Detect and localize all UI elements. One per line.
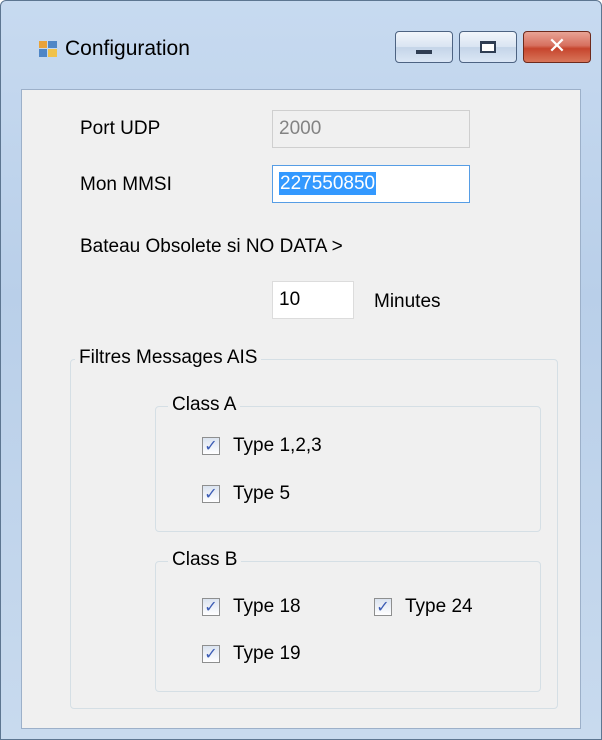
type-24-checkbox[interactable]: ✓ Type 24	[374, 596, 473, 618]
checkbox-check-icon: ✓	[202, 485, 220, 503]
class-a-group: Class A ✓ Type 1,2,3 ✓ Type 5	[155, 394, 541, 532]
configuration-window: Configuration ✕ Port UDP Mon MMSI 227550…	[0, 0, 602, 740]
dialog-body: Port UDP Mon MMSI 227550850 Bateau Obsol…	[21, 89, 581, 729]
checkbox-check-icon: ✓	[202, 437, 220, 455]
mmsi-input[interactable]: 227550850	[272, 165, 470, 203]
maximize-icon	[480, 41, 496, 53]
type-5-checkbox[interactable]: ✓ Type 5	[202, 483, 290, 505]
type-24-label: Type 24	[405, 596, 473, 617]
title-bar[interactable]: Configuration ✕	[1, 1, 601, 89]
checkbox-check-icon: ✓	[202, 645, 220, 663]
minimize-button[interactable]	[395, 31, 453, 63]
port-udp-label: Port UDP	[80, 118, 161, 139]
mmsi-value: 227550850	[279, 172, 377, 195]
type-19-label: Type 19	[233, 643, 301, 664]
class-b-legend: Class B	[168, 549, 242, 571]
filters-legend: Filtres Messages AIS	[75, 347, 262, 369]
form-icon	[39, 41, 57, 57]
filters-group: Filtres Messages AIS Class A ✓ Type 1,2,…	[70, 347, 558, 709]
minimize-icon	[416, 50, 432, 54]
class-a-legend: Class A	[168, 394, 241, 416]
class-b-group: Class B ✓ Type 18 ✓ Type 24 ✓ Type 19	[155, 549, 541, 692]
type-18-label: Type 18	[233, 596, 301, 617]
type-18-checkbox[interactable]: ✓ Type 18	[202, 596, 301, 618]
close-icon: ✕	[547, 34, 567, 59]
type-5-label: Type 5	[233, 483, 291, 504]
type-19-checkbox[interactable]: ✓ Type 19	[202, 643, 301, 665]
type-1-2-3-checkbox[interactable]: ✓ Type 1,2,3	[202, 435, 322, 457]
checkbox-check-icon: ✓	[202, 598, 220, 616]
port-udp-input[interactable]	[272, 110, 470, 148]
minutes-label: Minutes	[374, 291, 441, 312]
obsolete-minutes-input[interactable]: 10	[272, 281, 354, 319]
checkbox-check-icon: ✓	[374, 598, 392, 616]
window-title: Configuration	[65, 37, 190, 60]
type-1-2-3-label: Type 1,2,3	[233, 435, 322, 456]
maximize-button[interactable]	[459, 31, 517, 63]
obsolete-label: Bateau Obsolete si NO DATA >	[80, 236, 343, 257]
mmsi-label: Mon MMSI	[80, 174, 172, 195]
close-button[interactable]: ✕	[523, 31, 591, 63]
